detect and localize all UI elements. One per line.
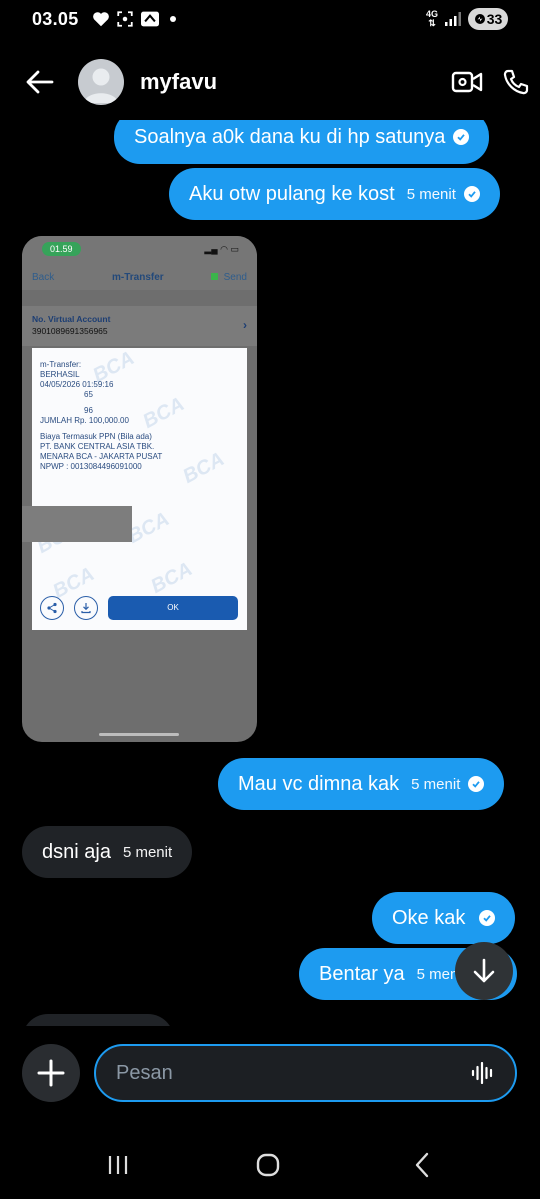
default-avatar-icon: [84, 68, 118, 103]
battery-saver-icon: [474, 14, 485, 24]
screenshot-home-indicator: [99, 733, 179, 736]
system-back-button[interactable]: [404, 1150, 440, 1180]
bca-watermark: BCA: [147, 558, 196, 598]
message-bubble[interactable]: Oke kak: [372, 892, 516, 944]
message-bubble[interactable]: Mau vc dimna kak 5 menit: [218, 758, 505, 810]
chat-header: myfavu: [0, 52, 540, 112]
notification-dot-icon: [170, 16, 176, 22]
back-button[interactable]: [22, 64, 58, 100]
heart-icon: [93, 12, 109, 27]
recent-apps-icon: [108, 1156, 128, 1174]
screenshot-topbar: Back m-Transfer Send: [22, 264, 257, 290]
arrow-down-icon: [473, 958, 495, 983]
va-label: No. Virtual Account: [32, 314, 111, 324]
screenshot-icon: [117, 11, 133, 27]
phone-icon: [503, 69, 529, 95]
image-attachment[interactable]: 01.59 ▂▄ ◠ ▭ Back m-Transfer Send No. Vi…: [22, 236, 257, 742]
message-input[interactable]: [94, 1044, 517, 1102]
video-call-button[interactable]: [448, 64, 486, 100]
contact-name[interactable]: myfavu: [140, 69, 217, 95]
scroll-to-bottom-button[interactable]: [455, 942, 513, 1000]
voice-call-button[interactable]: [498, 64, 534, 100]
screenshot-time: 01.59: [42, 242, 81, 256]
add-attachment-button[interactable]: [22, 1044, 80, 1102]
receipt-share-icon: [40, 596, 64, 620]
screenshot-status-icons: ▂▄ ◠ ▭: [204, 244, 239, 254]
system-nav-bar: [0, 1130, 540, 1199]
screenshot-back-label: Back: [32, 272, 55, 283]
ticket-icon: [141, 11, 159, 27]
message-composer: [0, 1040, 540, 1110]
receipt-card: BCA BCA BCA BCA BCA BCA BCA m-Transfer: …: [32, 348, 247, 630]
status-icons-right: 4G ⇅ 33: [426, 8, 508, 30]
receipt-lines: m-Transfer: BERHASIL 04/05/2026 01:59:16…: [40, 360, 163, 471]
screenshot-status-bar: 01.59 ▂▄ ◠ ▭: [22, 236, 257, 264]
redaction-overlay: [22, 506, 132, 542]
message-bubble[interactable]: dsni aja 5 menit: [22, 826, 193, 878]
message-text: Bentar ya: [319, 962, 405, 985]
voice-message-button[interactable]: [468, 1058, 498, 1088]
receipt-ok-button: OK: [108, 596, 238, 620]
home-icon: [256, 1153, 280, 1177]
bca-watermark: BCA: [124, 508, 173, 548]
arrow-left-icon: [26, 70, 54, 94]
bca-watermark: BCA: [179, 448, 228, 488]
read-check-icon: [453, 129, 470, 145]
message-time: 5 menit: [122, 843, 173, 861]
send-status-icon: [210, 273, 218, 280]
recent-apps-button[interactable]: [100, 1150, 136, 1180]
message-bubble-partial[interactable]: [22, 1014, 174, 1026]
chevron-right-icon: ›: [243, 318, 247, 332]
battery-level: 33: [486, 11, 503, 27]
battery-indicator: 33: [468, 8, 508, 30]
message-time: 5 menit: [411, 775, 461, 793]
message-text: Mau vc dimna kak: [238, 772, 400, 795]
avatar[interactable]: [78, 59, 124, 105]
screenshot-va-section: No. Virtual Account 3901089691356965 ›: [22, 306, 257, 346]
message-list[interactable]: Soalnya a0k dana ku di hp satunya Aku ot…: [0, 120, 540, 1026]
message-text: Oke kak: [392, 906, 466, 929]
status-time: 03.05: [32, 9, 79, 29]
video-camera-icon: [451, 71, 483, 93]
status-bar: 03.05 4G ⇅ 33: [0, 0, 540, 40]
chevron-left-icon: [415, 1152, 429, 1178]
voice-wave-icon: [471, 1062, 493, 1084]
screenshot-title: m-Transfer: [112, 272, 164, 283]
message-bubble[interactable]: Aku otw pulang ke kost 5 menit: [169, 168, 500, 220]
read-check-icon: [468, 776, 485, 792]
plus-icon: [37, 1059, 65, 1087]
read-check-icon: [463, 186, 480, 202]
network-indicator: 4G ⇅: [426, 10, 438, 28]
signal-icon: [445, 12, 461, 26]
status-icons-left: [92, 10, 176, 28]
message-text: Aku otw pulang ke kost: [189, 182, 395, 205]
home-button[interactable]: [250, 1150, 286, 1180]
message-time: 5 menit: [406, 185, 456, 203]
message-text: dsni aja: [42, 840, 111, 863]
message-bubble[interactable]: Soalnya a0k dana ku di hp satunya: [114, 120, 490, 164]
message-text: Soalnya a0k dana ku di hp satunya: [134, 125, 446, 148]
bca-watermark: BCA: [49, 563, 98, 603]
va-number: 3901089691356965: [32, 326, 108, 336]
data-arrows-icon: ⇅: [428, 18, 436, 28]
read-check-icon: [479, 910, 496, 926]
screenshot-send-label: Send: [210, 272, 247, 283]
receipt-download-icon: [74, 596, 98, 620]
